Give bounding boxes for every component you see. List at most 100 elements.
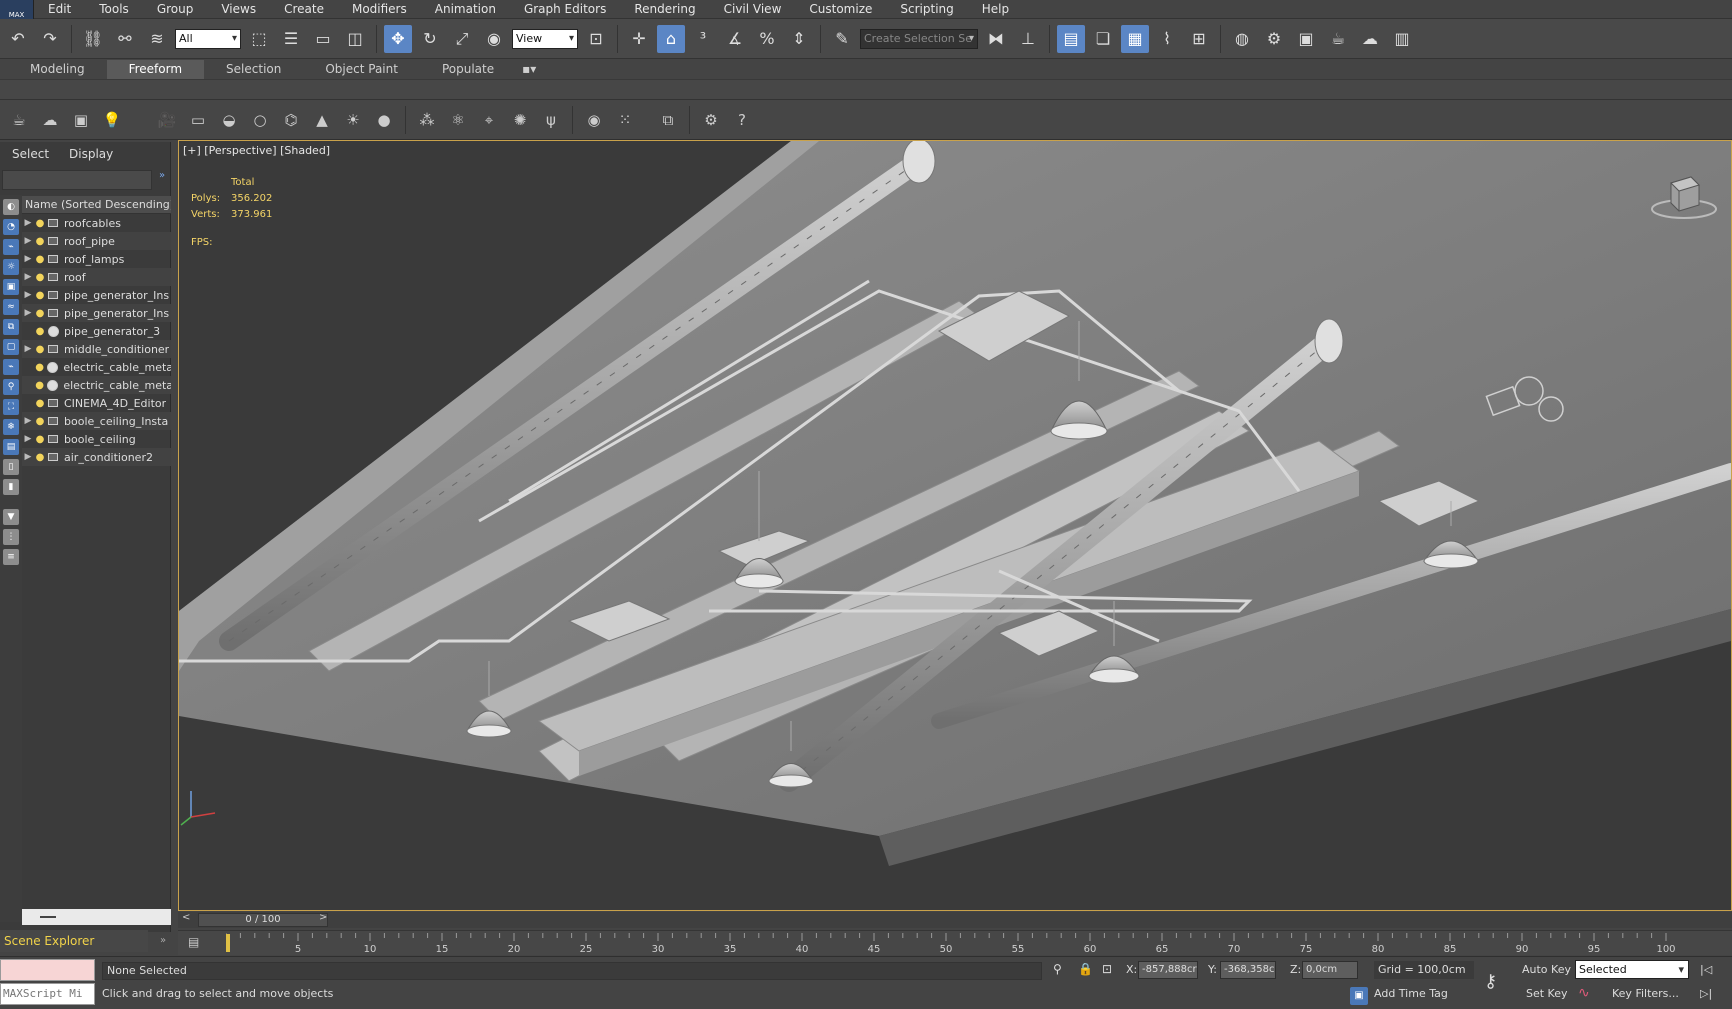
- visibility-bulb-icon[interactable]: ●: [34, 362, 46, 373]
- absolute-mode-icon[interactable]: ⊡: [1102, 962, 1112, 976]
- display-bones-icon[interactable]: ⚲: [3, 379, 19, 395]
- light-lister-icon[interactable]: 💡: [99, 107, 125, 133]
- display-shapes-icon[interactable]: ⌁: [3, 239, 19, 255]
- keyboard-shortcut-override-icon[interactable]: ⌂: [657, 24, 685, 53]
- displacement-icon[interactable]: ✺: [507, 107, 533, 133]
- panel-expand-icon[interactable]: »: [160, 930, 166, 952]
- scene-explorer-label[interactable]: Scene Explorer: [0, 930, 148, 952]
- select-rotate-icon[interactable]: ↻: [416, 25, 444, 53]
- proxy-icon[interactable]: ⁂: [414, 107, 440, 133]
- selection-lock-icon[interactable]: 🔒: [1078, 962, 1093, 976]
- sun-icon[interactable]: ☀: [340, 107, 366, 133]
- scene-explorer-row[interactable]: ● electric_cable_meta: [22, 358, 171, 376]
- toggle-ribbon-icon[interactable]: ▦: [1121, 24, 1149, 53]
- plane-icon[interactable]: ▭: [185, 107, 211, 133]
- menu-customize[interactable]: Customize: [795, 0, 886, 19]
- time-slider-prev-icon[interactable]: <: [182, 912, 190, 923]
- environment-icon[interactable]: ▣: [68, 107, 94, 133]
- mini-curve-editor-icon[interactable]: ▤: [188, 935, 208, 951]
- scene-explorer-row[interactable]: ▶ ● pipe_generator_Ins: [22, 304, 171, 322]
- ribbon-options-icon[interactable]: ▪▾: [516, 60, 542, 79]
- viewcube-icon[interactable]: [1649, 171, 1719, 221]
- visibility-bulb-icon[interactable]: ●: [34, 416, 46, 427]
- material-sphere-icon[interactable]: ◉: [581, 107, 607, 133]
- current-frame-marker[interactable]: [226, 934, 230, 952]
- spinner-snap-icon[interactable]: ⇕: [785, 25, 813, 53]
- display-space-warps-icon[interactable]: ⧉: [3, 319, 19, 335]
- tab-selection[interactable]: Selection: [204, 60, 303, 79]
- snaps-toggle-icon[interactable]: ³: [689, 25, 717, 53]
- visibility-bulb-icon[interactable]: ●: [34, 236, 46, 247]
- cloud-icon[interactable]: ☁: [37, 107, 63, 133]
- menu-rendering[interactable]: Rendering: [620, 0, 709, 19]
- menu-modifiers[interactable]: Modifiers: [338, 0, 421, 19]
- go-to-end-icon[interactable]: ▷|: [1700, 987, 1712, 1000]
- unlink-icon[interactable]: ⚯: [111, 25, 139, 53]
- named-selection-set-field[interactable]: Create Selection Se: [860, 28, 978, 49]
- filter-icon[interactable]: ▼: [3, 509, 19, 525]
- display-xrefs-icon[interactable]: ⌁: [3, 359, 19, 375]
- select-move-icon[interactable]: ✥: [384, 24, 412, 53]
- sphere-icon[interactable]: ○: [247, 107, 273, 133]
- y-coordinate-field[interactable]: -368,358cr: [1220, 961, 1276, 979]
- link-icon[interactable]: ⛓: [79, 25, 107, 53]
- undo-icon[interactable]: ↶: [4, 25, 32, 53]
- a360-gallery-icon[interactable]: ▥: [1388, 25, 1416, 53]
- menu-scripting[interactable]: Scripting: [886, 0, 967, 19]
- help-icon[interactable]: ?: [729, 107, 755, 133]
- column-header-name[interactable]: Name (Sorted Descending): [22, 196, 171, 214]
- invert-display-icon[interactable]: ▮: [3, 479, 19, 495]
- camera-icon[interactable]: 🎥: [154, 107, 180, 133]
- edit-named-selection-icon[interactable]: ✎: [828, 25, 856, 53]
- tab-modeling[interactable]: Modeling: [8, 60, 107, 79]
- expand-arrow-icon[interactable]: ▶: [22, 290, 34, 300]
- display-frozen-icon[interactable]: ❄: [3, 419, 19, 435]
- scene-explorer-row[interactable]: ▶ ● roof: [22, 268, 171, 286]
- teapot-icon[interactable]: ☕: [6, 107, 32, 133]
- select-manipulate-icon[interactable]: ✛: [625, 25, 653, 53]
- hierarchy-filter-icon[interactable]: ⋮: [3, 529, 19, 545]
- display-cameras-icon[interactable]: ▣: [3, 279, 19, 295]
- scene-explorer-row[interactable]: ▶ ● pipe_generator_Ins: [22, 286, 171, 304]
- expand-arrow-icon[interactable]: ▶: [22, 344, 34, 354]
- fur-icon[interactable]: ψ: [538, 107, 564, 133]
- menu-group[interactable]: Group: [143, 0, 208, 19]
- visibility-bulb-icon[interactable]: ●: [34, 290, 46, 301]
- display-helpers-icon[interactable]: ≈: [3, 299, 19, 315]
- toggle-scene-explorer-icon[interactable]: ▤: [1057, 24, 1085, 53]
- z-coordinate-field[interactable]: 0,0cm: [1302, 961, 1358, 979]
- render-production-icon[interactable]: ☕: [1324, 25, 1352, 53]
- scene-explorer-row[interactable]: ▶ ● boole_ceiling_Insta: [22, 412, 171, 430]
- material-editor-icon[interactable]: ◍: [1228, 25, 1256, 53]
- visibility-bulb-icon[interactable]: ●: [34, 380, 46, 391]
- menu-civil-view[interactable]: Civil View: [710, 0, 796, 19]
- scene-explorer-row[interactable]: ▶ ● air_conditioner2: [22, 448, 171, 466]
- scene-explorer-scrollbar[interactable]: [22, 909, 171, 925]
- curve-editor-icon[interactable]: ⌇: [1153, 25, 1181, 53]
- display-groups-icon[interactable]: ▢: [3, 339, 19, 355]
- maxscript-listener-output[interactable]: [0, 959, 95, 981]
- window-crossing-icon[interactable]: ◫: [341, 25, 369, 53]
- render-setup-icon[interactable]: ⚙: [1260, 25, 1288, 53]
- display-none-icon[interactable]: ◐: [3, 199, 19, 215]
- visibility-bulb-icon[interactable]: ●: [34, 452, 46, 463]
- mesh-clipper-icon[interactable]: ⌖: [476, 107, 502, 133]
- tab-object-paint[interactable]: Object Paint: [303, 60, 420, 79]
- reference-coordinate-dropdown[interactable]: View: [512, 28, 578, 49]
- bind-space-warp-icon[interactable]: ≋: [143, 25, 171, 53]
- menu-edit[interactable]: Edit: [34, 0, 85, 19]
- display-lights-icon[interactable]: ☼: [3, 259, 19, 275]
- dome-icon[interactable]: ◒: [216, 107, 242, 133]
- expand-arrow-icon[interactable]: ▶: [22, 452, 34, 462]
- align-icon[interactable]: ⊥: [1014, 25, 1042, 53]
- scene-explorer-row[interactable]: ▶ ● middle_conditioner: [22, 340, 171, 358]
- auto-key-button[interactable]: Auto Key: [1522, 963, 1571, 976]
- rectangular-selection-icon[interactable]: ▭: [309, 25, 337, 53]
- menu-animation[interactable]: Animation: [421, 0, 510, 19]
- toggle-layer-explorer-icon[interactable]: ❏: [1089, 25, 1117, 53]
- pivot-center-icon[interactable]: ⊡: [582, 25, 610, 53]
- menu-create[interactable]: Create: [270, 0, 338, 19]
- tab-populate[interactable]: Populate: [420, 60, 516, 79]
- expand-arrow-icon[interactable]: ▶: [22, 434, 34, 444]
- scene-explorer-row[interactable]: ● CINEMA_4D_Editor: [22, 394, 171, 412]
